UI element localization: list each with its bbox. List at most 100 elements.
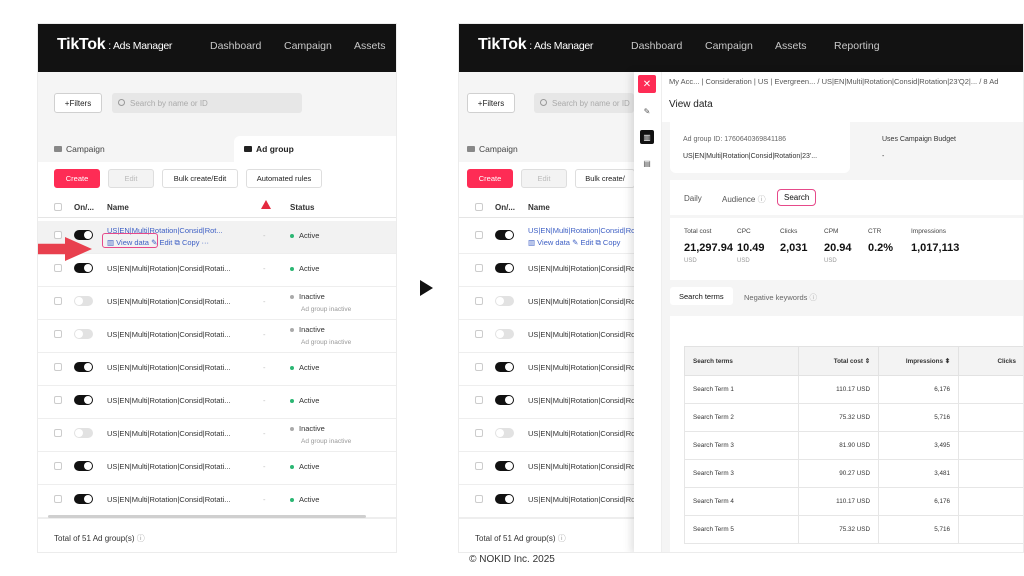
row-checkbox[interactable] bbox=[475, 429, 483, 437]
tab-search[interactable]: Search bbox=[777, 189, 817, 206]
adgroup-name[interactable]: US|EN|Multi|Rotation|Consid|Rotati bbox=[528, 264, 645, 273]
create-button[interactable]: Create bbox=[467, 169, 513, 188]
chart-icon[interactable]: ▥ bbox=[640, 130, 654, 144]
table-row[interactable]: US|EN|Multi|Rotation|Consid|Rotati... - In… bbox=[38, 287, 396, 320]
adgroup-name[interactable]: US|EN|Multi|Rotation|Consid|Rotati bbox=[528, 462, 645, 471]
row-checkbox[interactable] bbox=[475, 363, 483, 371]
nav-campaign[interactable]: Campaign bbox=[705, 40, 753, 52]
automated-rules-button[interactable]: Automated rules bbox=[246, 169, 322, 188]
col-clicks[interactable]: Clicks bbox=[958, 346, 1023, 376]
select-all-checkbox[interactable] bbox=[475, 203, 483, 211]
col-onoff[interactable]: On/... bbox=[74, 203, 94, 212]
table-row[interactable]: Search Term 2 75.32 USD 5,716 bbox=[684, 403, 1023, 432]
row-checkbox[interactable] bbox=[54, 231, 62, 239]
table-row[interactable]: US|EN|Multi|Rotation|Consid|Rotati... - Ac… bbox=[38, 485, 396, 518]
adgroup-name[interactable]: US|EN|Multi|Rotation|Consid|Rotati... bbox=[107, 363, 231, 372]
row-checkbox[interactable] bbox=[54, 264, 62, 272]
table-row[interactable]: US|EN|Multi|Rotation|Consid|Rotati... - In… bbox=[38, 419, 396, 452]
search-input[interactable]: Search by name or ID bbox=[534, 93, 634, 113]
adgroup-name[interactable]: US|EN|Multi|Rotation|Consid|Rotati... bbox=[107, 264, 231, 273]
table-row[interactable]: US|EN|Multi|Rotation|Consid|Rotati... - Ac… bbox=[38, 386, 396, 419]
col-search-terms[interactable]: Search terms bbox=[684, 346, 799, 376]
col-onoff[interactable]: On/... bbox=[495, 203, 515, 212]
adgroup-name[interactable]: US|EN|Multi|Rotation|Consid|Rotati... bbox=[107, 297, 231, 306]
row-toggle[interactable] bbox=[495, 362, 514, 372]
row-toggle[interactable] bbox=[74, 362, 93, 372]
tab-campaign[interactable]: Campaign bbox=[467, 144, 518, 154]
row-toggle[interactable] bbox=[495, 494, 514, 504]
create-button[interactable]: Create bbox=[54, 169, 100, 188]
adgroup-name[interactable]: US|EN|Multi|Rotation|Consid|Rotati bbox=[528, 297, 645, 306]
view-data-label[interactable]: View data bbox=[537, 238, 570, 247]
close-icon[interactable]: ✕ bbox=[638, 75, 656, 93]
row-toggle[interactable] bbox=[74, 296, 93, 306]
pencil-icon[interactable]: ✎ bbox=[640, 104, 654, 118]
adgroup-name[interactable]: US|EN|Multi|Rotation|Consid|Rotati... bbox=[107, 429, 231, 438]
row-toggle[interactable] bbox=[74, 461, 93, 471]
tiktok-logo[interactable]: TikTok: Ads Manager bbox=[478, 36, 593, 54]
nav-assets[interactable]: Assets bbox=[775, 40, 807, 52]
tab-daily[interactable]: Daily bbox=[684, 194, 702, 203]
row-checkbox[interactable] bbox=[54, 429, 62, 437]
col-impressions[interactable]: Impressions ⬍ bbox=[878, 346, 959, 376]
row-toggle[interactable] bbox=[74, 263, 93, 273]
nav-dashboard[interactable]: Dashboard bbox=[210, 40, 261, 52]
row-checkbox[interactable] bbox=[54, 396, 62, 404]
tab-negative-keywords[interactable]: Negative keywords ⓘ bbox=[744, 292, 817, 303]
row-toggle[interactable] bbox=[74, 494, 93, 504]
row-toggle[interactable] bbox=[74, 428, 93, 438]
row-checkbox[interactable] bbox=[54, 462, 62, 470]
row-checkbox[interactable] bbox=[54, 363, 62, 371]
table-row[interactable]: Search Term 3 90.27 USD 3,481 bbox=[684, 459, 1023, 488]
nav-campaign[interactable]: Campaign bbox=[284, 40, 332, 52]
col-status[interactable]: Status bbox=[290, 203, 314, 212]
table-row[interactable]: US|EN|Multi|Rotation|Consid|Rotati... - In… bbox=[38, 320, 396, 353]
more-icon[interactable]: ··· bbox=[202, 238, 210, 247]
copy-link[interactable]: ⧉ Copy bbox=[174, 238, 199, 247]
bulk-edit-button[interactable]: Bulk create/Edit bbox=[162, 169, 238, 188]
row-checkbox[interactable] bbox=[54, 297, 62, 305]
adgroup-name[interactable]: US|EN|Multi|Rotation|Consid|Rotati... bbox=[107, 462, 231, 471]
table-row[interactable]: Search Term 4 110.17 USD 6,176 bbox=[684, 487, 1023, 516]
copy-label[interactable]: Copy bbox=[603, 238, 621, 247]
edit-button[interactable]: Edit bbox=[108, 169, 154, 188]
bulk-edit-button[interactable]: Bulk create/ bbox=[575, 169, 635, 188]
nav-dashboard[interactable]: Dashboard bbox=[631, 40, 682, 52]
table-row[interactable]: Search Term 5 75.32 USD 5,716 bbox=[684, 515, 1023, 544]
tab-audience[interactable]: Audience ⓘ bbox=[722, 194, 766, 205]
filters-button[interactable]: +Filters bbox=[54, 93, 102, 113]
nav-reporting[interactable]: Reporting bbox=[834, 40, 880, 52]
row-checkbox[interactable] bbox=[475, 396, 483, 404]
row-checkbox[interactable] bbox=[475, 264, 483, 272]
row-toggle[interactable] bbox=[495, 428, 514, 438]
row-checkbox[interactable] bbox=[54, 330, 62, 338]
row-toggle[interactable] bbox=[495, 230, 514, 240]
table-row[interactable]: Search Term 3 81.90 USD 3,495 bbox=[684, 431, 1023, 460]
col-name[interactable]: Name bbox=[528, 203, 550, 212]
row-toggle[interactable] bbox=[495, 296, 514, 306]
row-toggle[interactable] bbox=[74, 329, 93, 339]
select-all-checkbox[interactable] bbox=[54, 203, 62, 211]
row-toggle[interactable] bbox=[495, 329, 514, 339]
adgroup-name[interactable]: US|EN|Multi|Rotation|Consid|Rotati bbox=[528, 330, 645, 339]
row-checkbox[interactable] bbox=[475, 462, 483, 470]
row-toggle[interactable] bbox=[495, 395, 514, 405]
table-row[interactable]: US|EN|Multi|Rotation|Consid|Rotati... - Ac… bbox=[38, 452, 396, 485]
row-checkbox[interactable] bbox=[475, 231, 483, 239]
tiktok-logo[interactable]: TikTok: Ads Manager bbox=[57, 36, 172, 54]
edit-label[interactable]: Edit bbox=[580, 238, 593, 247]
row-toggle[interactable] bbox=[74, 395, 93, 405]
tab-search-terms[interactable]: Search terms bbox=[670, 287, 733, 305]
row-checkbox[interactable] bbox=[475, 495, 483, 503]
row-checkbox[interactable] bbox=[475, 330, 483, 338]
adgroup-name[interactable]: US|EN|Multi|Rotation|Consid|Rotati bbox=[528, 495, 645, 504]
col-name[interactable]: Name bbox=[107, 203, 129, 212]
adgroup-name[interactable]: US|EN|Multi|Rotation|Consid|Rotati bbox=[528, 429, 645, 438]
nav-assets[interactable]: Assets bbox=[354, 40, 386, 52]
table-row[interactable]: US|EN|Multi|Rotation|Consid|Rotati... - Ac… bbox=[38, 254, 396, 287]
col-total-cost[interactable]: Total cost ⇕ bbox=[798, 346, 879, 376]
row-toggle[interactable] bbox=[74, 230, 93, 240]
adgroup-name[interactable]: US|EN|Multi|Rotation|Consid|Rotati bbox=[528, 363, 645, 372]
row-toggle[interactable] bbox=[495, 461, 514, 471]
adgroup-name[interactable]: US|EN|Multi|Rotation|Consid|Rotati... bbox=[107, 396, 231, 405]
